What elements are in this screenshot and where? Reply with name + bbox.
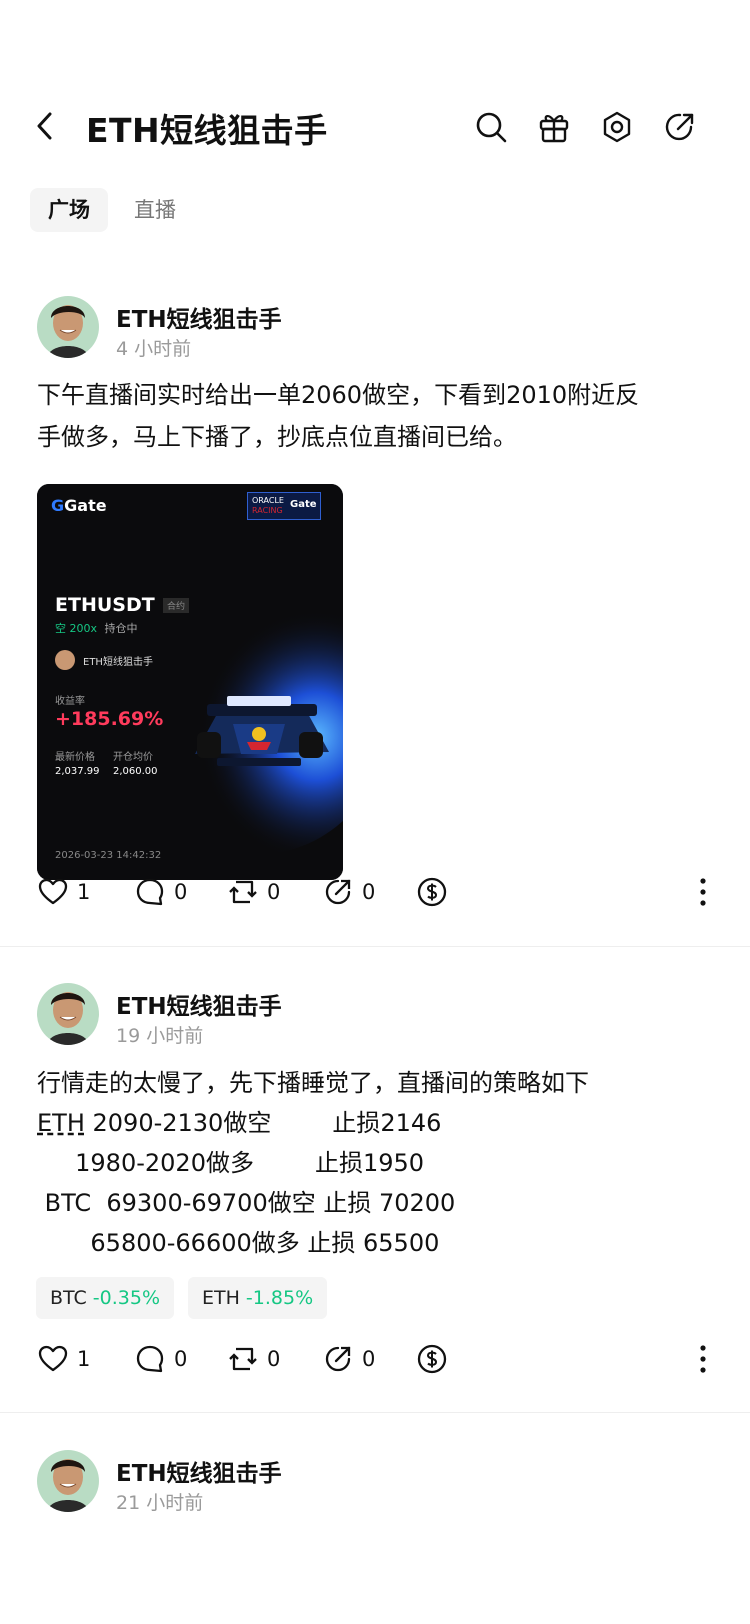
ticker-chip-eth[interactable]: ETH -1.85%	[188, 1277, 328, 1319]
card-roi-label: 收益率	[55, 696, 85, 707]
card-position: 空 200x 持仓中	[55, 620, 138, 636]
tab-live[interactable]: 直播	[116, 188, 194, 232]
comment-count: 0	[174, 880, 188, 904]
card-pair: ETHUSDT	[55, 594, 155, 616]
post-text-line: 行情走的太慢了，先下播睡觉了，直播间的策略如下	[37, 1069, 589, 1097]
share-icon[interactable]	[663, 110, 697, 144]
like-button[interactable]: 1	[37, 1339, 90, 1379]
more-options-icon[interactable]	[698, 876, 708, 908]
repost-count: 0	[267, 880, 281, 904]
ticker-symbol: ETH	[202, 1287, 240, 1309]
heart-icon	[38, 878, 68, 905]
post-text-segment: 2090-2130做空 止损2146	[84, 1109, 442, 1137]
dollar-coin-icon	[417, 1344, 447, 1374]
repost-count: 0	[267, 1347, 281, 1371]
settings-icon[interactable]	[600, 110, 634, 144]
card-roi: +185.69%	[55, 708, 164, 730]
eth-tag-link[interactable]: ETH	[37, 1109, 85, 1137]
sponsor-badge-line: RACING	[252, 506, 283, 515]
ticker-symbol: BTC	[50, 1287, 87, 1309]
comment-icon	[136, 878, 164, 906]
more-options-icon[interactable]	[698, 1343, 708, 1375]
post-text-line: BTC 69300-69700做空 止损 70200	[37, 1189, 456, 1217]
back-icon[interactable]	[30, 110, 60, 142]
tip-button[interactable]	[416, 1339, 448, 1379]
repost-button[interactable]: 0	[227, 1339, 280, 1379]
comment-button[interactable]: 0	[134, 872, 187, 912]
avatar[interactable]	[37, 1450, 99, 1512]
heart-icon	[38, 1345, 68, 1372]
comment-count: 0	[174, 1347, 188, 1371]
card-pair-tag: 合约	[163, 598, 190, 613]
share-post-button[interactable]: 0	[322, 1339, 375, 1379]
card-timestamp: 2026-03-23 14:42:32	[55, 850, 162, 861]
dollar-coin-icon	[417, 877, 447, 907]
share-arrow-icon	[325, 879, 351, 905]
post-text-line: 手做多，马上下播了，抄底点位直播间已给。	[37, 423, 517, 451]
post-time: 19 小时前	[116, 1025, 204, 1047]
post-divider	[0, 946, 750, 947]
gift-icon[interactable]	[537, 110, 571, 144]
post-text: 行情走的太慢了，先下播睡觉了，直播间的策略如下 ETH 2090-2130做空 …	[37, 1063, 589, 1263]
card-user-avatar	[55, 650, 75, 670]
comment-button[interactable]: 0	[134, 1339, 187, 1379]
repost-icon	[229, 1347, 257, 1371]
sponsor-badge-brand: Gate	[290, 499, 317, 510]
tip-button[interactable]	[416, 872, 448, 912]
avatar[interactable]	[37, 983, 99, 1045]
post-text-line: 下午直播间实时给出一单2060做空，下看到2010附近反	[37, 381, 640, 409]
sponsor-badge: ORACLE RACING Gate	[247, 492, 321, 520]
page-title: ETH短线狙击手	[86, 111, 328, 150]
post-divider	[0, 1412, 750, 1413]
search-icon[interactable]	[474, 110, 508, 144]
tab-square[interactable]: 广场	[30, 188, 108, 232]
share-post-button[interactable]: 0	[322, 872, 375, 912]
post-actions: 1 0 0 0	[0, 872, 750, 912]
top-bar: ETH短线狙击手	[0, 96, 750, 156]
post-text: 下午直播间实时给出一单2060做空，下看到2010附近反 手做多，马上下播了，抄…	[37, 374, 639, 458]
card-latest-label: 最新价格	[55, 752, 95, 763]
card-entry-label: 开仓均价	[113, 752, 153, 763]
post-author[interactable]: ETH短线狙击手	[116, 987, 282, 1021]
share-count: 0	[362, 880, 376, 904]
share-count: 0	[362, 1347, 376, 1371]
trade-card-image[interactable]: GGate ORACLE RACING Gate ETHUSDT 合约 空 20…	[37, 484, 343, 880]
post-author[interactable]: ETH短线狙击手	[116, 1454, 282, 1488]
post-text-line: 1980-2020做多 止损1950	[37, 1149, 425, 1177]
avatar-image	[37, 983, 99, 1045]
post-actions: 1 0 0 0	[0, 1339, 750, 1379]
ticker-change: -1.85%	[245, 1287, 314, 1309]
trade-card-background	[37, 484, 343, 880]
card-status: 持仓中	[104, 622, 138, 635]
like-button[interactable]: 1	[37, 872, 90, 912]
sponsor-badge-line: ORACLE	[252, 496, 284, 505]
share-arrow-icon	[325, 1346, 351, 1372]
card-brand-logo: GGate	[51, 496, 107, 515]
avatar-image	[37, 1450, 99, 1512]
comment-icon	[136, 1345, 164, 1373]
card-brand-text: Gate	[64, 496, 107, 515]
post-author[interactable]: ETH短线狙击手	[116, 300, 282, 334]
card-entry-price: 2,060.00	[113, 766, 158, 777]
card-latest-price: 2,037.99	[55, 766, 100, 777]
post-time: 21 小时前	[116, 1492, 204, 1514]
post-text-line: 65800-66600做多 止损 65500	[37, 1229, 440, 1257]
card-user: ETH短线狙击手	[83, 657, 153, 668]
like-count: 1	[77, 1347, 91, 1371]
like-count: 1	[77, 880, 91, 904]
ticker-chip-btc[interactable]: BTC -0.35%	[36, 1277, 175, 1319]
repost-button[interactable]: 0	[227, 872, 280, 912]
post-text-line: ETH 2090-2130做空 止损2146	[37, 1103, 589, 1143]
avatar-image	[37, 296, 99, 358]
card-direction: 空 200x	[55, 622, 98, 635]
tab-bar: 广场 直播	[0, 188, 750, 238]
avatar[interactable]	[37, 296, 99, 358]
repost-icon	[229, 880, 257, 904]
ticker-change: -0.35%	[92, 1287, 161, 1309]
post-time: 4 小时前	[116, 338, 192, 360]
